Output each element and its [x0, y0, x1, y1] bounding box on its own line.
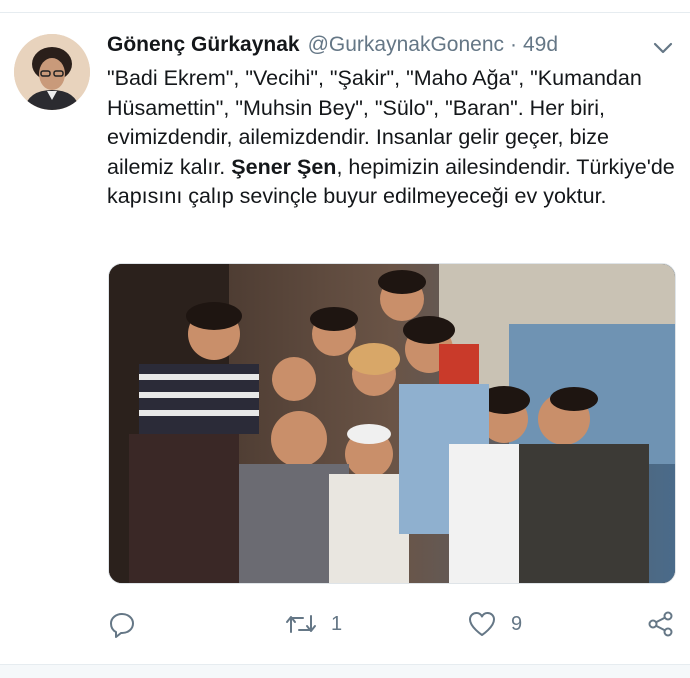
separator-dot: ·	[510, 33, 517, 56]
retweet-icon	[286, 615, 316, 633]
tweet-media-photo[interactable]	[108, 263, 676, 584]
retweet-button[interactable]: 1	[285, 606, 342, 642]
bottom-divider	[0, 664, 690, 678]
heart-icon	[469, 612, 495, 636]
author-name[interactable]: Gönenç Gürkaynak	[107, 33, 300, 57]
avatar[interactable]	[14, 34, 90, 110]
retweet-count: 1	[331, 612, 343, 635]
like-count: 9	[511, 612, 523, 635]
tweet-time[interactable]: 49d	[523, 33, 558, 57]
share-button[interactable]	[647, 606, 675, 642]
like-button[interactable]: 9	[467, 606, 522, 642]
share-icon	[648, 611, 673, 637]
tweet-text: "Badi Ekrem", "Vecihi", "Şakir", "Maho A…	[107, 64, 677, 212]
group-photo-image	[109, 264, 675, 583]
author-handle[interactable]: @GurkaynakGonenc	[308, 33, 504, 57]
tweet-header: Gönenç Gürkaynak @GurkaynakGonenc · 49d	[107, 33, 558, 63]
reply-button[interactable]	[108, 606, 136, 642]
top-divider	[0, 0, 690, 13]
chevron-down-icon[interactable]	[652, 40, 674, 56]
mention-name-bold: Şener Şen	[231, 154, 337, 179]
avatar-image	[14, 34, 90, 110]
tweet-actions: 1 9	[0, 606, 690, 642]
reply-icon	[110, 613, 134, 638]
